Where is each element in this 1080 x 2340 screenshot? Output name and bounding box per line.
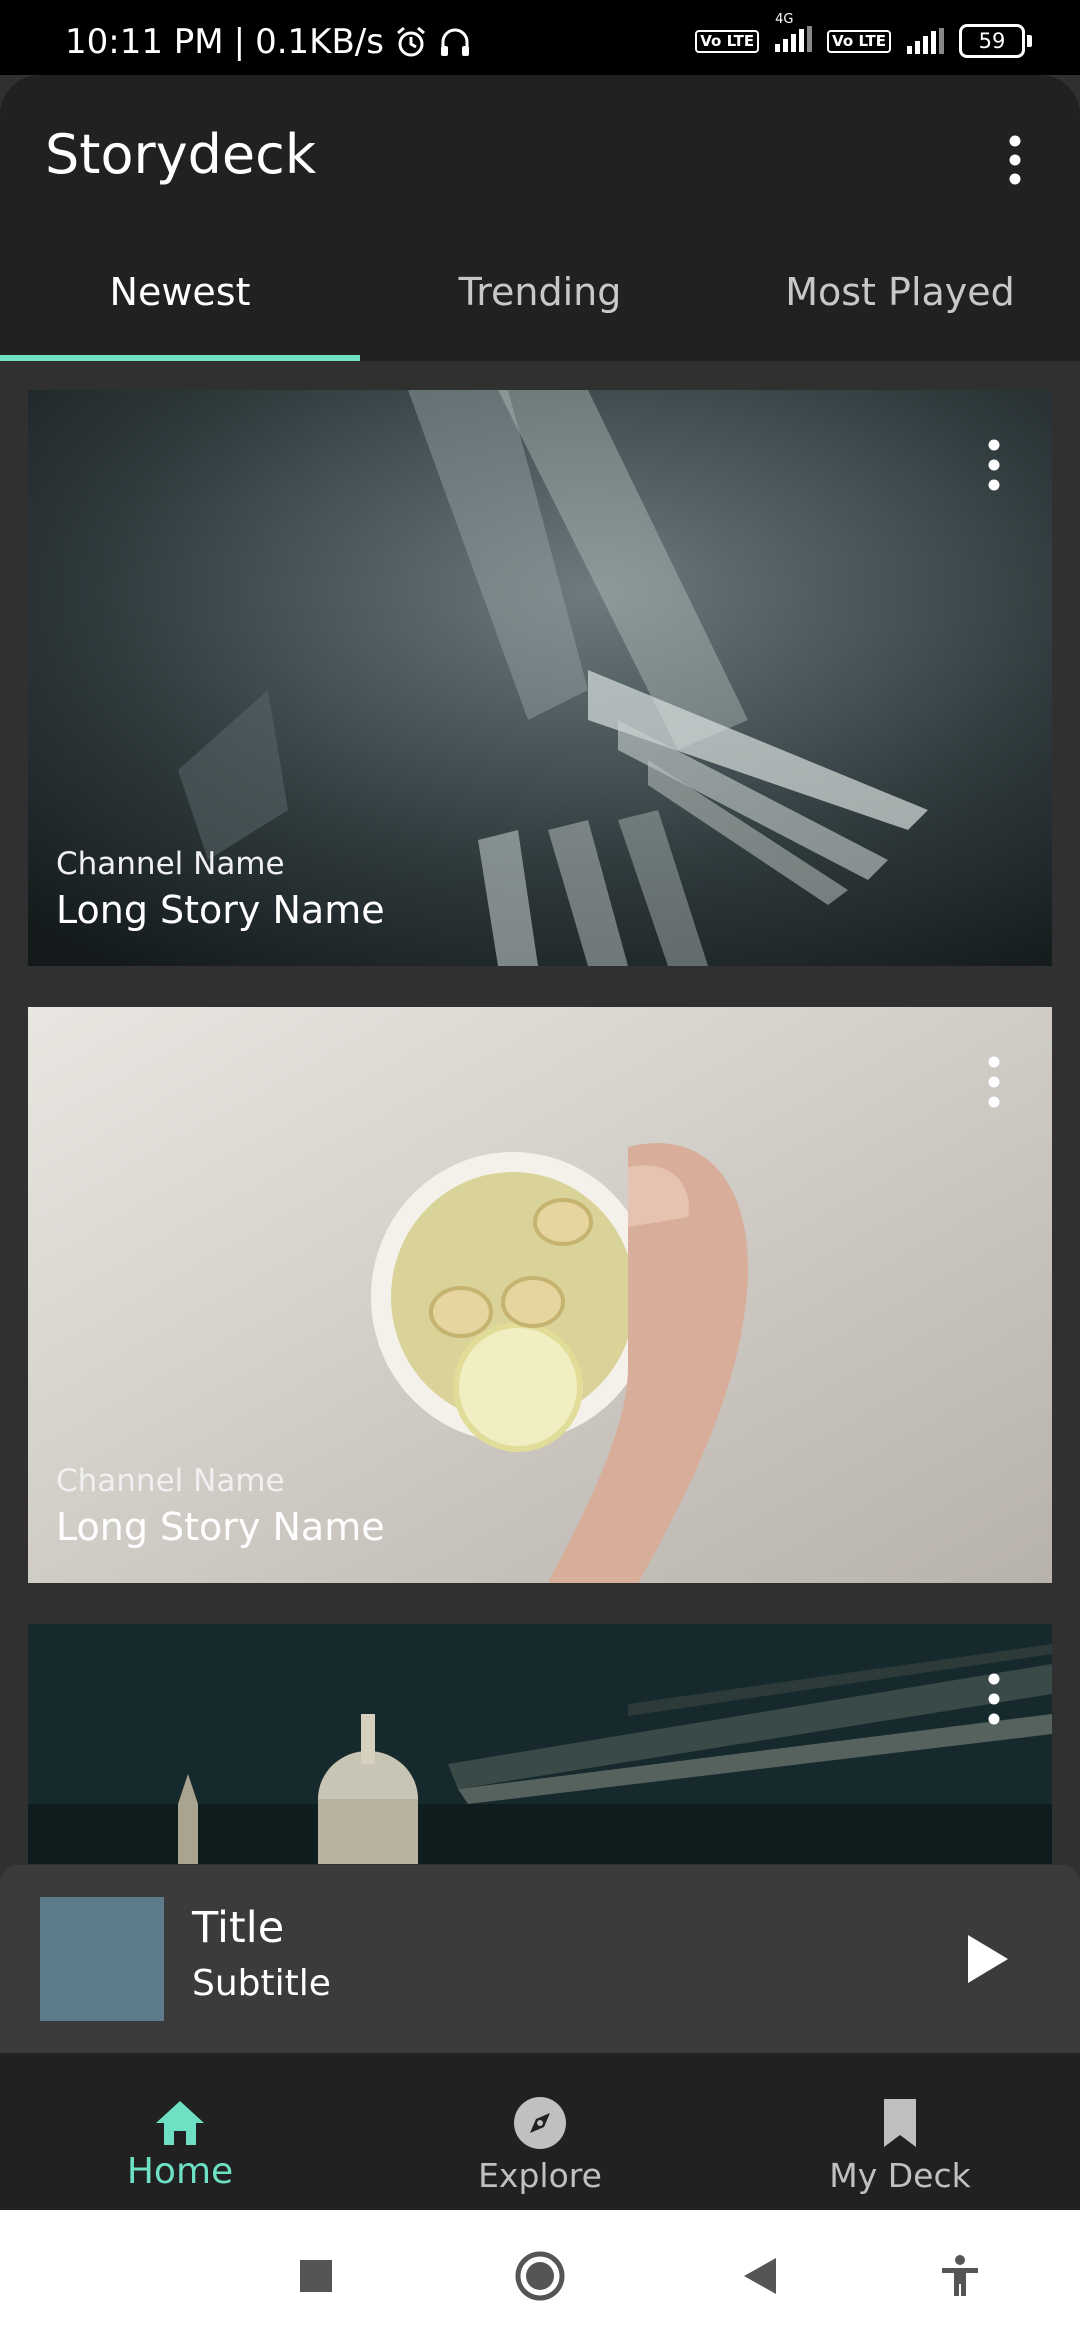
card-more-icon[interactable]: [984, 1669, 1004, 1729]
story-name: Long Story Name: [56, 1505, 385, 1549]
play-icon[interactable]: [966, 1933, 1010, 1985]
volte-badge-2: Vo LTE: [827, 29, 891, 53]
nav-home-label: Home: [126, 2151, 234, 2192]
app-bar: Storydeck Newest Trending Most Played: [0, 75, 1080, 361]
nav-home[interactable]: Home: [0, 2053, 360, 2210]
nav-my-deck-label: My Deck: [829, 2156, 971, 2195]
status-right: Vo LTE 4G Vo LTE 59: [695, 12, 1032, 58]
channel-name: Channel Name: [56, 1463, 285, 1499]
compass-icon: [514, 2097, 566, 2149]
bookmark-icon: [884, 2099, 916, 2147]
tab-newest[interactable]: Newest: [0, 250, 360, 361]
story-name: Long Story Name: [56, 888, 385, 932]
mini-player[interactable]: Title Subtitle: [0, 1865, 1080, 2053]
home-icon: [156, 2101, 204, 2145]
app-title: Storydeck: [45, 123, 317, 186]
status-left: 10:11 PM | 0.1KB/s: [65, 22, 472, 62]
system-navigation-bar: [0, 2210, 1080, 2340]
accessibility-icon[interactable]: [938, 2254, 982, 2298]
back-icon[interactable]: [738, 2254, 782, 2298]
card-text: Channel Name Long Story Name: [56, 1463, 385, 1549]
volte-badge: Vo LTE: [695, 29, 760, 53]
story-card[interactable]: Channel Name Long Story Name: [28, 390, 1052, 966]
card-text: Channel Name Long Story Name: [56, 846, 385, 932]
nav-explore-label: Explore: [478, 2156, 602, 2195]
channel-name: Channel Name: [56, 846, 285, 882]
home-button-icon[interactable]: [514, 2250, 566, 2302]
player-title: Title: [192, 1903, 285, 1953]
battery-indicator: 59: [959, 24, 1032, 58]
card-more-icon[interactable]: [984, 435, 1004, 495]
status-separator: |: [233, 22, 246, 62]
tab-bar: Newest Trending Most Played: [0, 250, 1080, 361]
tab-trending[interactable]: Trending: [360, 250, 720, 361]
story-card[interactable]: [28, 1624, 1052, 1864]
headset-icon: [440, 28, 469, 56]
signal-group: 4G: [773, 12, 813, 56]
status-time: 10:11 PM: [65, 22, 224, 62]
player-subtitle: Subtitle: [192, 1963, 331, 2004]
more-options-icon[interactable]: [990, 130, 1040, 190]
nav-my-deck[interactable]: My Deck: [720, 2053, 1080, 2210]
tab-most-played[interactable]: Most Played: [720, 250, 1080, 361]
nav-explore[interactable]: Explore: [360, 2053, 720, 2210]
network-speed: 0.1KB/s: [255, 22, 384, 62]
card-more-icon[interactable]: [984, 1052, 1004, 1112]
network-type: 4G: [775, 12, 794, 27]
signal-icon-2: [907, 28, 944, 54]
recents-icon[interactable]: [294, 2254, 338, 2298]
alarm-icon: [397, 26, 425, 57]
player-artwork: [40, 1897, 164, 2021]
bottom-navigation: Home Explore My Deck: [0, 2053, 1080, 2210]
status-bar: 10:11 PM | 0.1KB/s Vo LTE 4G Vo LTE 59: [0, 0, 1080, 75]
story-image-city: [28, 1624, 1052, 1864]
app-surface: Storydeck Newest Trending Most Played Ch…: [0, 75, 1080, 2210]
signal-icon: [775, 26, 813, 52]
story-card[interactable]: Channel Name Long Story Name: [28, 1007, 1052, 1583]
